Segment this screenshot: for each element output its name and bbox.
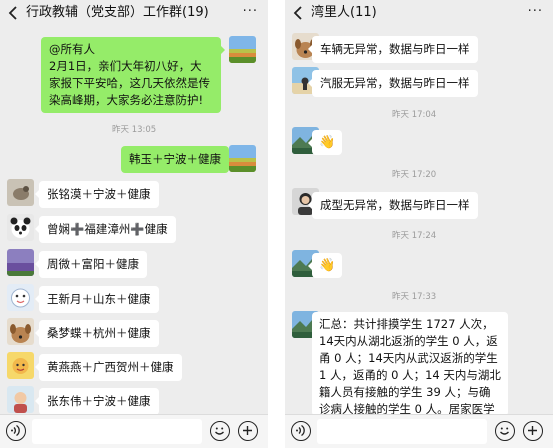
timestamp: 昨天 13:05 [112, 125, 157, 135]
message-bubble-incoming[interactable]: 黄燕燕＋广西贺州＋健康 [35, 354, 182, 381]
dog-avatar[interactable] [7, 318, 34, 345]
plus-icon[interactable] [238, 421, 258, 441]
message-bubble-incoming[interactable]: 汇总：共计排摸学生 1727 人次，14天内从湖北返浙的学生 0 人，返甬 0 … [312, 312, 508, 416]
voice-icon[interactable] [6, 421, 26, 441]
timestamp: 昨天 17:04 [392, 110, 437, 120]
back-arrow-icon[interactable] [6, 5, 22, 21]
message-bubble-incoming[interactable]: 👋 [307, 130, 343, 155]
bird-avatar[interactable] [7, 179, 34, 206]
landscape-avatar[interactable] [229, 36, 256, 63]
message-bubble-incoming[interactable]: 曾娴➕福建漳州➕健康 [35, 216, 176, 243]
lavender-avatar[interactable] [7, 249, 34, 276]
ellipsis-icon[interactable]: ··· [243, 3, 258, 21]
input-bar [285, 414, 553, 448]
timestamp: 昨天 17:20 [392, 170, 437, 180]
message-bubble-incoming[interactable]: 车辆无异常，数据与昨日一样 [308, 36, 478, 63]
landscape-avatar[interactable] [229, 145, 256, 172]
chat-title: 湾里人(11) [311, 5, 377, 20]
input-bar [0, 414, 268, 448]
ellipsis-icon[interactable]: ··· [528, 3, 543, 21]
message-input[interactable] [32, 419, 202, 444]
message-bubble-incoming[interactable]: 汽服无异常，数据与昨日一样 [308, 70, 478, 97]
message-bubble-outgoing[interactable]: @所有人 2月1日，亲们大年初八好，大家报下平安哈，这几天依然是传染高峰期，大家… [41, 37, 225, 113]
cartoon-avatar[interactable] [7, 284, 34, 311]
panda-avatar[interactable] [7, 214, 34, 241]
kid-avatar[interactable] [7, 386, 34, 413]
message-bubble-incoming[interactable]: 张铭漠＋宁波＋健康 [35, 181, 159, 208]
message-bubble-incoming[interactable]: 张东伟＋宁波＋健康 [35, 388, 159, 415]
timestamp: 昨天 17:24 [392, 231, 437, 241]
chat-header: 行政教辅（党支部）工作群(19) ··· [0, 0, 268, 26]
message-bubble-incoming[interactable]: 👋 [307, 253, 343, 278]
message-bubble-incoming[interactable]: 周微＋富阳＋健康 [35, 251, 147, 278]
left-chat-window: 行政教辅（党支部）工作群(19) ··· @所有人 2月1日，亲们大年初八好，大… [0, 0, 268, 448]
voice-icon[interactable] [291, 421, 311, 441]
message-bubble-outgoing[interactable]: 韩玉＋宁波＋健康 [121, 146, 233, 173]
chat-header: 湾里人(11) ··· [285, 0, 553, 26]
right-chat-window: 湾里人(11) ··· 车辆无异常，数据与昨日一样 汽服无异常，数据与昨日一样 … [285, 0, 553, 448]
message-bubble-incoming[interactable]: 桑梦蝶＋杭州＋健康 [35, 320, 159, 347]
plus-icon[interactable] [523, 421, 543, 441]
message-bubble-incoming[interactable]: 王新月＋山东＋健康 [35, 286, 159, 313]
back-arrow-icon[interactable] [291, 5, 307, 21]
timestamp: 昨天 17:33 [392, 292, 437, 302]
emoji-icon[interactable] [210, 421, 230, 441]
message-bubble-incoming[interactable]: 成型无异常，数据与昨日一样 [308, 192, 478, 219]
emoji-icon[interactable] [495, 421, 515, 441]
chat-title: 行政教辅（党支部）工作群(19) [26, 5, 209, 20]
yellow-avatar[interactable] [7, 352, 34, 379]
message-input[interactable] [317, 419, 487, 444]
